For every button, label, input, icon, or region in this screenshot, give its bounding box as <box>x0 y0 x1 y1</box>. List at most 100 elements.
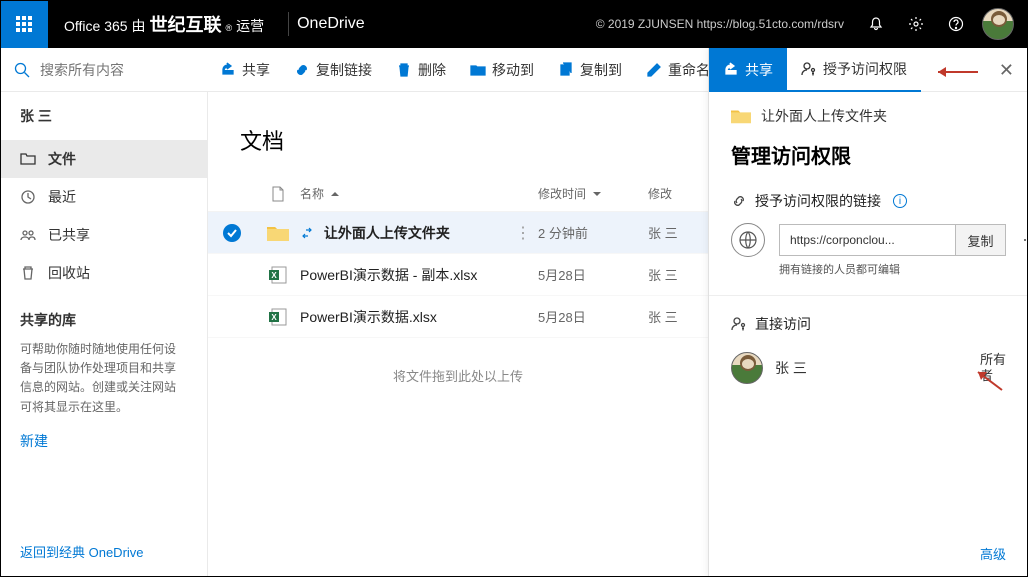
row-date: 5月28日 <box>538 307 648 326</box>
copy-link-label: 复制链接 <box>316 60 372 80</box>
brand-bold: 世纪互联 <box>149 11 221 37</box>
people-icon <box>20 227 36 243</box>
brand-label: Office 365 由 世纪互联 ® 运营 <box>48 11 280 37</box>
nav-recent[interactable]: 最近 <box>0 178 207 216</box>
nav-recycle-label: 回收站 <box>48 263 90 283</box>
brand-prefix: Office 365 由 <box>64 16 145 36</box>
nav-recycle[interactable]: 回收站 <box>0 254 207 292</box>
advanced-link[interactable]: 高级 <box>980 544 1006 563</box>
sort-caret-icon[interactable] <box>331 187 339 201</box>
nav-shared[interactable]: 已共享 <box>0 216 207 254</box>
nav-classic-link[interactable]: 返回到经典 OneDrive <box>0 526 207 577</box>
col-name-label[interactable]: 名称 <box>300 187 324 201</box>
row-date: 2 分钟前 <box>538 223 648 242</box>
shared-indicator-icon <box>300 226 314 242</box>
watermark: © 2019 ZJUNSEN https://blog.51cto.com/rd… <box>596 17 856 31</box>
delete-command[interactable]: 删除 <box>384 48 458 92</box>
copy-link-command[interactable]: 复制链接 <box>282 48 384 92</box>
direct-access-header: 直接访问 <box>731 314 1006 334</box>
info-icon[interactable]: i <box>893 194 907 208</box>
table-row[interactable]: 让外面人上传文件夹 ⋮ 2 分钟前 张 三 <box>208 212 708 254</box>
panel-folder-name: 让外面人上传文件夹 <box>761 106 887 126</box>
move-icon <box>470 62 486 78</box>
question-icon <box>948 16 964 32</box>
direct-access-label: 直接访问 <box>755 314 811 334</box>
brand-reg: ® <box>225 23 232 33</box>
settings-button[interactable] <box>896 0 936 48</box>
app-name[interactable]: OneDrive <box>297 15 365 33</box>
links-section-header: 授予访问权限的链接 i <box>731 191 1006 211</box>
copy-button[interactable]: 复制 <box>955 225 1005 255</box>
copy-to-command[interactable]: 复制到 <box>546 48 634 92</box>
folder-yellow-icon <box>731 108 751 124</box>
panel-tabs: 共享 授予访问权限 ✕ <box>709 48 1028 92</box>
nav-files-label: 文件 <box>48 149 76 169</box>
page-title: 文档 <box>208 100 708 176</box>
brand-suffix: 运营 <box>236 16 264 36</box>
panel-folder-row: 让外面人上传文件夹 <box>731 106 1006 126</box>
share-link-row: 复制 ⋯ <box>731 223 1006 257</box>
person-key-icon <box>801 61 817 77</box>
share-link-box: 复制 <box>779 224 1006 256</box>
row-more-button[interactable]: ⋮ <box>508 223 538 243</box>
excel-icon: X <box>269 266 287 284</box>
move-to-label: 移动到 <box>492 60 534 80</box>
share-command[interactable]: 共享 <box>208 48 282 92</box>
chevron-down-icon[interactable] <box>593 187 601 201</box>
links-header-label: 授予访问权限的链接 <box>755 191 881 211</box>
bell-icon <box>868 16 884 32</box>
gear-icon <box>908 16 924 32</box>
app-launcher-button[interactable] <box>0 0 48 48</box>
share-out-icon <box>723 62 739 78</box>
person-row[interactable]: 张 三 所有者 <box>731 346 1006 390</box>
row-checkbox[interactable] <box>223 224 241 242</box>
person-name: 张 三 <box>775 358 968 378</box>
search-input[interactable] <box>40 62 180 78</box>
table-row[interactable]: X PowerBI演示数据 - 副本.xlsx 5月28日 张 三 <box>208 254 708 296</box>
tab-share[interactable]: 共享 <box>709 48 787 92</box>
svg-text:X: X <box>271 313 277 322</box>
person-key-icon <box>731 316 747 332</box>
link-icon <box>294 62 310 78</box>
notifications-button[interactable] <box>856 0 896 48</box>
brand-separator <box>288 12 289 36</box>
user-avatar[interactable] <box>982 8 1014 40</box>
copy-icon <box>558 62 574 78</box>
row-by: 张 三 <box>648 307 708 326</box>
close-panel-button[interactable]: ✕ <box>999 60 1014 81</box>
share-icon <box>220 62 236 78</box>
panel-body: 让外面人上传文件夹 管理访问权限 授予访问权限的链接 i 复制 ⋯ 拥有链接的人… <box>709 92 1028 577</box>
row-name[interactable]: PowerBI演示数据.xlsx <box>300 307 508 327</box>
trash-icon <box>396 62 412 78</box>
nav-user-name: 张 三 <box>0 92 207 140</box>
link-permission-note: 拥有链接的人员都可编辑 <box>779 261 1006 277</box>
row-date: 5月28日 <box>538 265 648 284</box>
folder-icon <box>20 151 36 167</box>
help-button[interactable] <box>936 0 976 48</box>
app-header: Office 365 由 世纪互联 ® 运营 OneDrive © 2019 Z… <box>0 0 1028 48</box>
link-more-button[interactable]: ⋯ <box>1020 230 1028 251</box>
row-name[interactable]: 让外面人上传文件夹 <box>324 225 450 241</box>
nav-files[interactable]: 文件 <box>0 140 207 178</box>
annotation-arrow-icon <box>932 64 978 80</box>
excel-icon: X <box>269 308 287 326</box>
col-modified-by-label[interactable]: 修改 <box>648 185 708 202</box>
rename-label: 重命名 <box>668 60 710 80</box>
search-box[interactable] <box>0 62 208 78</box>
nav-new-link[interactable]: 新建 <box>0 421 207 461</box>
share-link-input[interactable] <box>780 225 955 255</box>
tab-share-label: 共享 <box>745 60 773 80</box>
recycle-icon <box>20 265 36 281</box>
file-list-region: 文档 名称 修改时间 修改 让外面人上传文件夹 ⋮ 2 分钟前 张 三 <box>208 92 708 577</box>
globe-icon <box>738 230 758 250</box>
move-to-command[interactable]: 移动到 <box>458 48 546 92</box>
delete-label: 删除 <box>418 60 446 80</box>
tab-grant-access[interactable]: 授予访问权限 <box>787 48 921 92</box>
table-row[interactable]: X PowerBI演示数据.xlsx 5月28日 张 三 <box>208 296 708 338</box>
col-modified-label[interactable]: 修改时间 <box>538 187 586 201</box>
details-panel: 共享 授予访问权限 ✕ 让外面人上传文件夹 管理访问权限 授予访问权限的链接 i… <box>708 48 1028 577</box>
link-icon <box>731 193 747 209</box>
share-label: 共享 <box>242 60 270 80</box>
copy-to-label: 复制到 <box>580 60 622 80</box>
row-name[interactable]: PowerBI演示数据 - 副本.xlsx <box>300 265 508 285</box>
